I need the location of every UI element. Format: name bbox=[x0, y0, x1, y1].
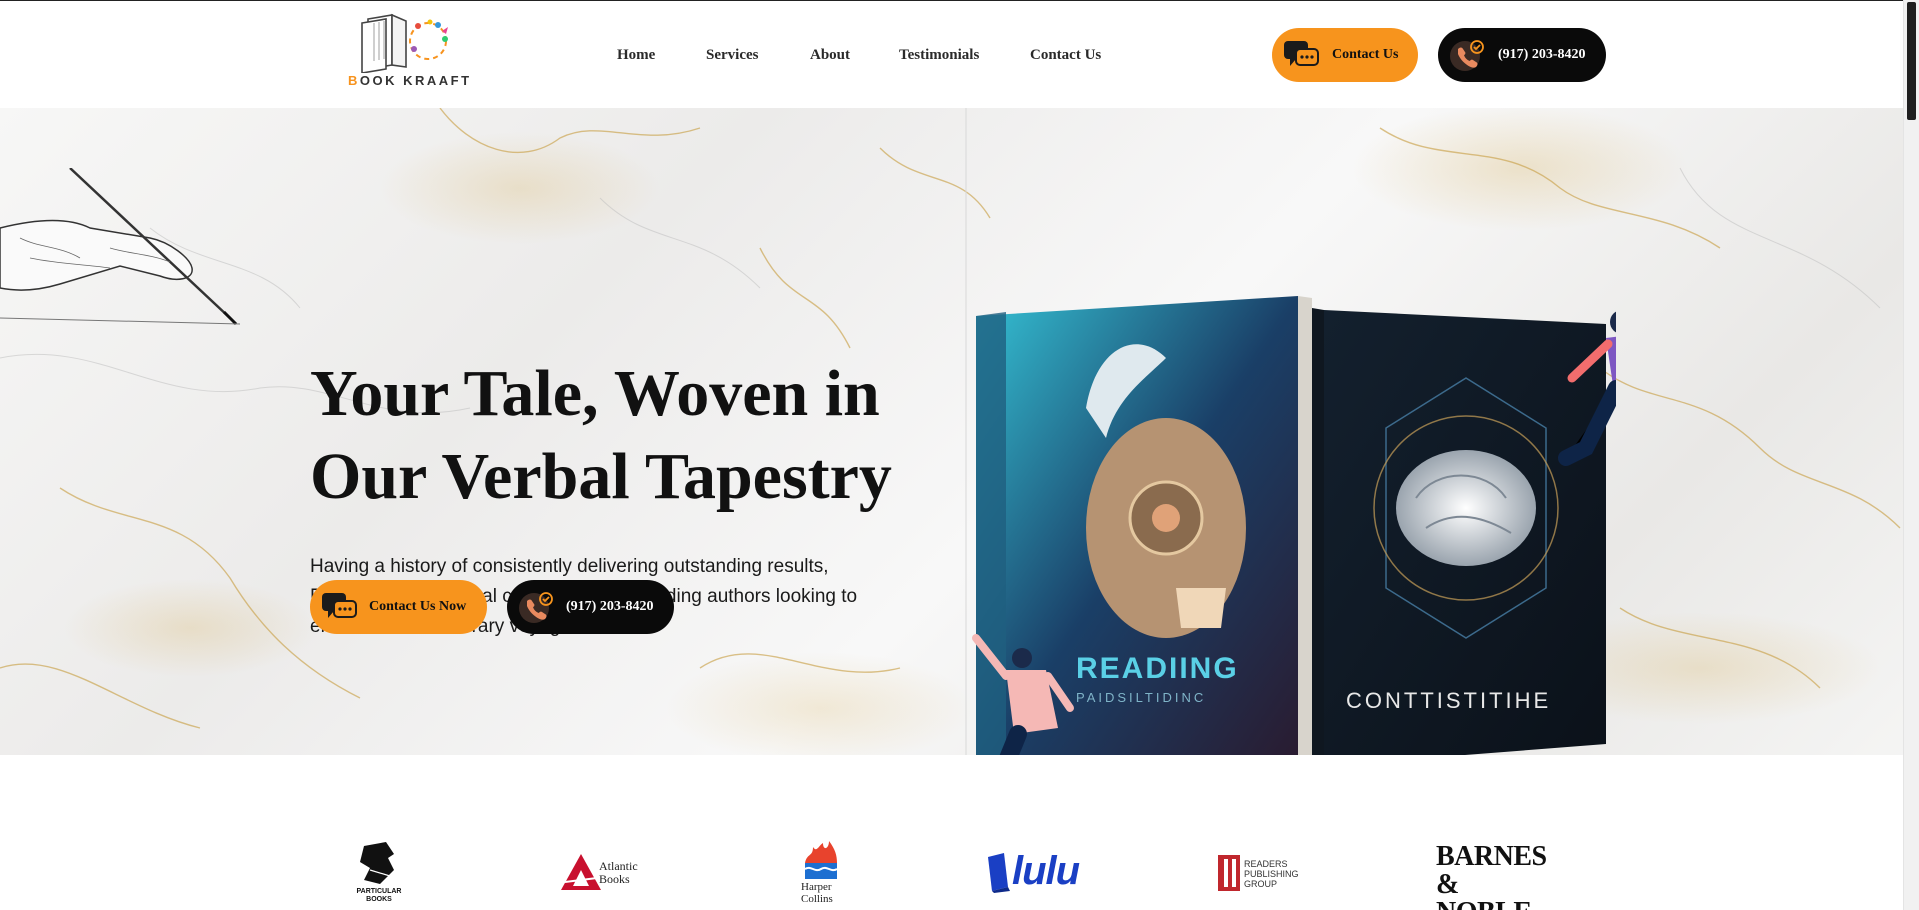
hero-phone-label: (917) 203-8420 bbox=[566, 599, 654, 614]
header-contact-button[interactable]: Contact Us bbox=[1272, 28, 1418, 82]
hero-headline-line2: Our Verbal Tapestry bbox=[310, 440, 892, 513]
partner-atlantic-books: Atlantic Books bbox=[559, 852, 649, 896]
logo-wordmark: BOOK KRAAFT bbox=[348, 73, 472, 88]
chat-icon bbox=[322, 593, 357, 618]
scrollbar-thumb[interactable] bbox=[1907, 2, 1916, 120]
partner-harper-collins: Harper Collins bbox=[801, 841, 845, 909]
partner-barnes-noble: BARNES & NOBLE bbox=[1436, 843, 1547, 910]
header-contact-label: Contact Us bbox=[1332, 47, 1399, 62]
hero-phone-button[interactable]: (917) 203-8420 bbox=[507, 580, 674, 634]
atlantic-books-logo-icon bbox=[561, 854, 601, 890]
nav-home[interactable]: Home bbox=[617, 47, 655, 64]
phone-icon bbox=[1450, 40, 1484, 71]
page: BOOK KRAAFT Home Services About Testimon… bbox=[0, 0, 1919, 910]
header-phone-button[interactable]: (917) 203-8420 bbox=[1438, 28, 1606, 82]
books-hero-image: READIING PAIDSILTIDINC CONTTISTITIHE bbox=[972, 296, 1616, 805]
site-header: BOOK KRAAFT Home Services About Testimon… bbox=[0, 0, 1903, 108]
hero-headline: Your Tale, Woven in Our Verbal Tapestry bbox=[310, 352, 950, 518]
logo-book-icon bbox=[361, 13, 448, 74]
left-book-subtitle: PAIDSILTIDINC bbox=[1076, 690, 1206, 705]
bookkraaft-logo[interactable]: BOOK KRAAFT bbox=[346, 11, 469, 93]
nav-about[interactable]: About bbox=[810, 47, 850, 64]
lulu-book-icon bbox=[988, 853, 1010, 893]
partner-harper-collins-label: Harper Collins bbox=[801, 881, 833, 905]
partner-readers-publishing-group: READERS PUBLISHING GROUP bbox=[1216, 853, 1316, 893]
harper-collins-flame-icon bbox=[804, 841, 838, 879]
partner-atlantic-books-label: Atlantic Books bbox=[599, 859, 638, 886]
partner-readers-publishing-label: READERS PUBLISHING GROUP bbox=[1244, 859, 1299, 889]
nav-testimonials[interactable]: Testimonials bbox=[899, 47, 979, 64]
partner-particular-books-label: PARTICULAR BOOKS bbox=[356, 888, 402, 903]
contact-us-now-label: Contact Us Now bbox=[369, 599, 467, 614]
particular-books-logo-icon bbox=[360, 842, 394, 884]
partner-particular-books: PARTICULAR BOOKS bbox=[350, 840, 408, 910]
hand-writing-illustration bbox=[0, 168, 240, 326]
hero-section: READIING PAIDSILTIDINC CONTTISTITIHE You… bbox=[0, 108, 1919, 805]
nav-services[interactable]: Services bbox=[706, 47, 758, 64]
partners-strip: PARTICULAR BOOKS Atlantic Books Harper C… bbox=[0, 755, 1903, 910]
marble-texture bbox=[0, 108, 1901, 755]
page-scrollbar[interactable] bbox=[1903, 0, 1919, 910]
left-book-title: READIING bbox=[1076, 652, 1239, 685]
chat-icon bbox=[1284, 41, 1319, 66]
readers-publishing-book-icon bbox=[1218, 855, 1240, 891]
hero-headline-line1: Your Tale, Woven in bbox=[310, 357, 880, 430]
contact-us-now-button[interactable]: Contact Us Now bbox=[310, 580, 487, 634]
nav-contact-us[interactable]: Contact Us bbox=[1030, 47, 1101, 64]
partner-barnes-noble-label: BARNES & NOBLE bbox=[1436, 841, 1547, 910]
header-phone-label: (917) 203-8420 bbox=[1498, 47, 1586, 62]
partner-lulu: lulu bbox=[984, 849, 1104, 899]
phone-icon bbox=[519, 592, 553, 623]
right-book-title: CONTTISTITIHE bbox=[1346, 688, 1551, 713]
partner-lulu-label: lulu bbox=[1012, 849, 1080, 893]
